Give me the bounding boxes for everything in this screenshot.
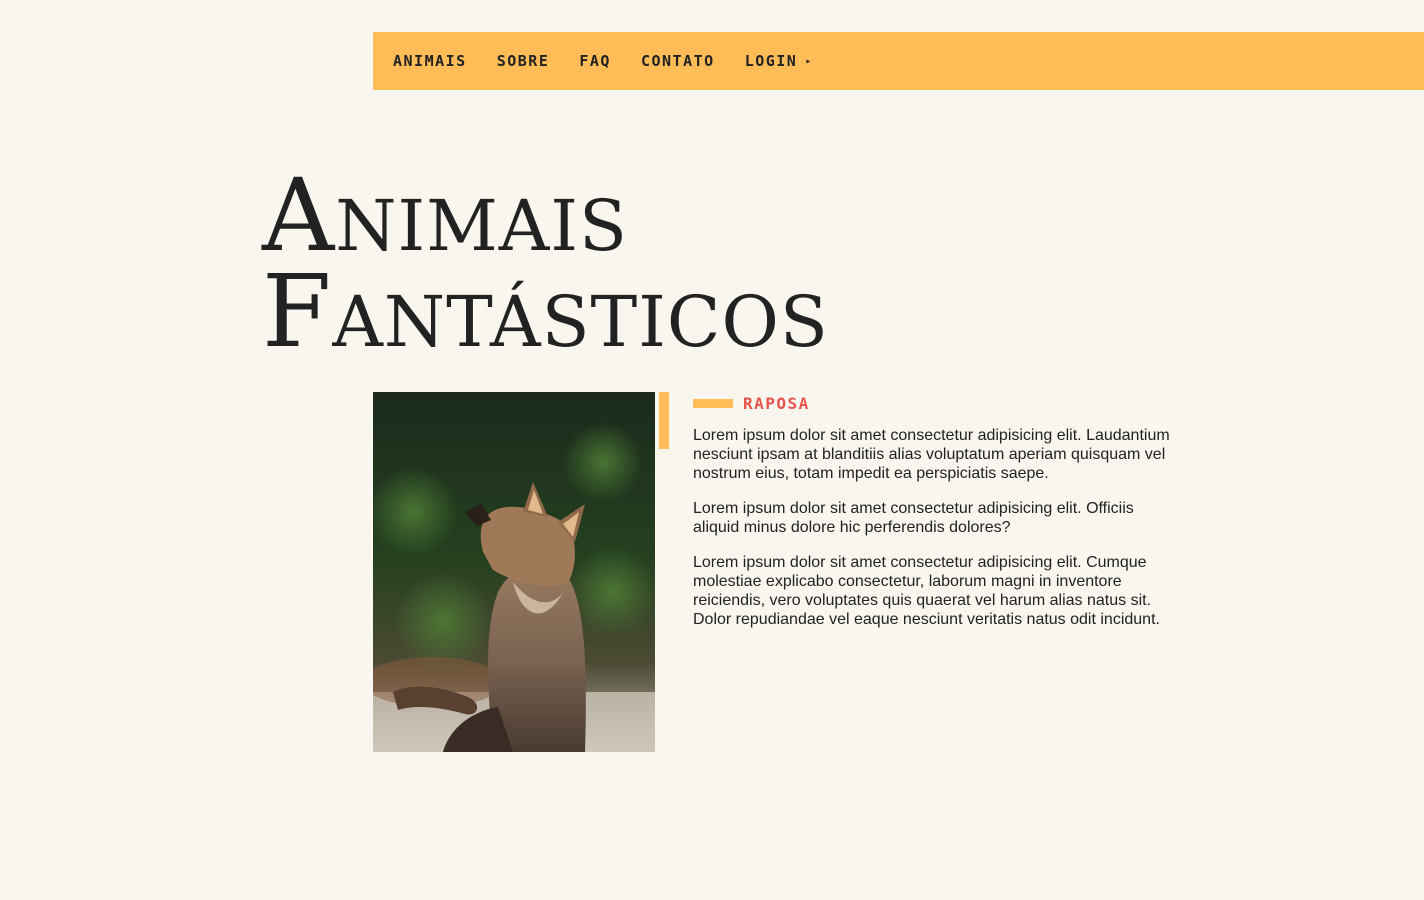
nav-item-faq[interactable]: FAQ [579,52,611,70]
nav-item-contato[interactable]: CONTATO [641,52,715,70]
fox-photo [373,392,655,752]
nav-item-login[interactable]: LOGIN ▸ [745,52,813,70]
article-header: RAPOSA [693,392,1173,414]
nav-item-animais[interactable]: ANIMAIS [393,52,467,70]
accent-bar [659,392,669,449]
page-title-line-1: Animais [262,157,628,274]
article-paragraph-3: Lorem ipsum dolor sit amet consectetur a… [693,554,1160,628]
caret-right-icon: ▸ [805,55,813,67]
top-nav: ANIMAIS SOBRE FAQ CONTATO LOGIN ▸ [373,32,1424,90]
label-dash [693,398,733,408]
page-title-line-2: Fantásticos [262,253,829,370]
article-paragraph-1: Lorem ipsum dolor sit amet consectetur a… [693,427,1170,482]
login-label: LOGIN [744,52,798,70]
nav-item-sobre[interactable]: SOBRE [497,52,550,70]
article-paragraph-2: Lorem ipsum dolor sit amet consectetur a… [693,500,1134,536]
page-title: Animais Fantásticos [262,157,1162,370]
article-label: RAPOSA [743,393,810,413]
article-section: RAPOSA Lorem ipsum dolor sit amet consec… [693,392,1173,645]
